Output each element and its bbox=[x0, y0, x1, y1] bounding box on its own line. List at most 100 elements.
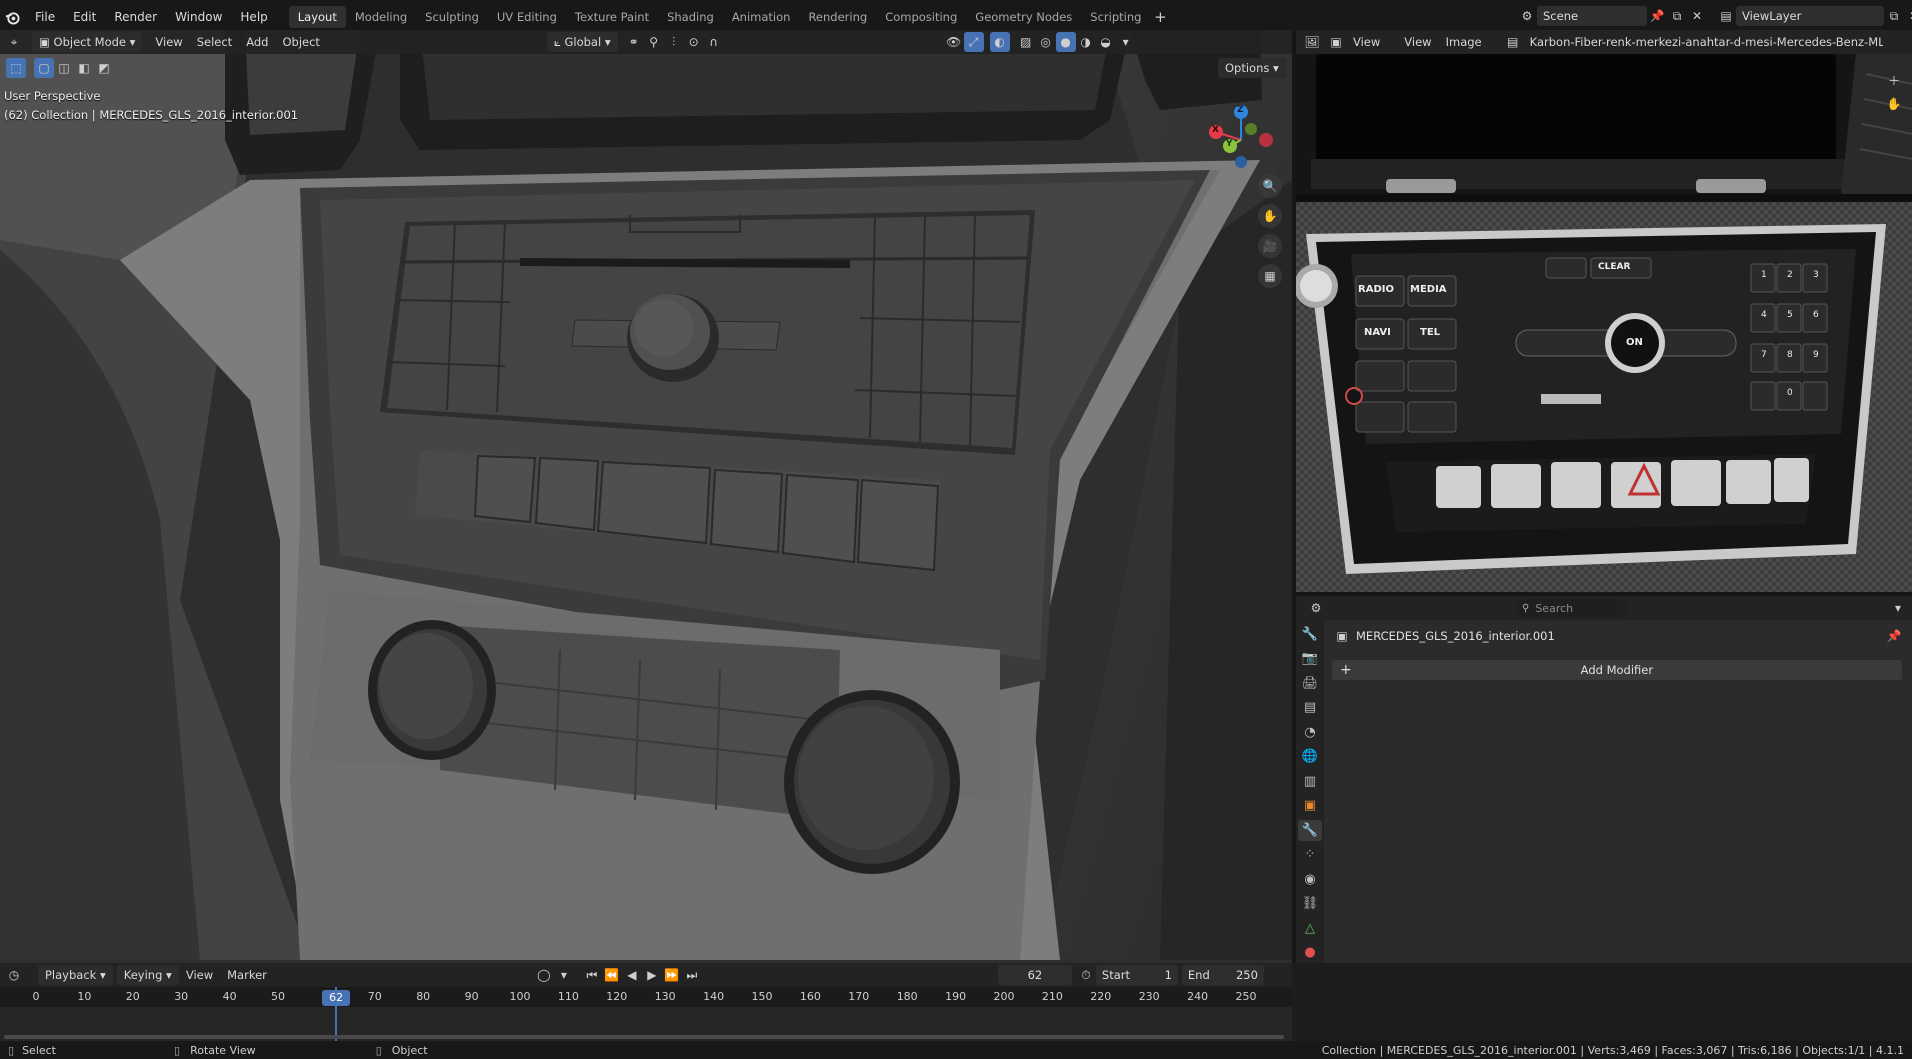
collection-tab-icon[interactable]: ▥ bbox=[1298, 771, 1322, 792]
editor-type-icon[interactable]: ⌖ bbox=[4, 32, 24, 52]
overlay-toggle-icon[interactable]: ◐ bbox=[989, 32, 1010, 52]
image-zoom-icon[interactable]: ＋ bbox=[1884, 70, 1904, 90]
menu-edit[interactable]: Edit bbox=[64, 6, 105, 28]
new-view-layer-icon[interactable]: ⧉ bbox=[1884, 6, 1904, 26]
shading-options-icon[interactable]: ▾ bbox=[1116, 32, 1136, 52]
play-reverse-icon[interactable]: ◀ bbox=[622, 965, 642, 985]
data-tab-icon[interactable]: △ bbox=[1298, 918, 1322, 939]
delete-scene-icon[interactable]: ✕ bbox=[1687, 6, 1707, 26]
tab-rendering[interactable]: Rendering bbox=[799, 6, 876, 28]
menu-render[interactable]: Render bbox=[105, 6, 166, 28]
keying-set-icon[interactable]: ▾ bbox=[554, 965, 574, 985]
timeline-scrollbar[interactable] bbox=[4, 1035, 1284, 1039]
viewport-menu-object[interactable]: Object bbox=[275, 32, 326, 52]
physics-tab-icon[interactable]: ◉ bbox=[1298, 869, 1322, 890]
select-extend-icon[interactable]: ◫ bbox=[54, 58, 74, 78]
jump-keyframe-back-icon[interactable]: ⏪ bbox=[602, 965, 622, 985]
scene-icon[interactable]: ⚙ bbox=[1517, 6, 1537, 26]
tab-geometry-nodes[interactable]: Geometry Nodes bbox=[966, 6, 1081, 28]
mode-view-icon[interactable]: ▣ bbox=[1326, 32, 1346, 52]
viewport-menu-add[interactable]: Add bbox=[239, 32, 275, 52]
menu-file[interactable]: File bbox=[26, 6, 64, 28]
viewport-menu-select[interactable]: Select bbox=[190, 32, 239, 52]
viewport-3d[interactable]: ⌖ ▣ Object Mode ▾ View Select Add Object… bbox=[0, 30, 1292, 963]
shading-wireframe-icon[interactable]: ◎ bbox=[1036, 32, 1056, 52]
view-layer-field[interactable]: ViewLayer bbox=[1736, 6, 1884, 26]
menu-help[interactable]: Help bbox=[231, 6, 276, 28]
add-workspace-icon[interactable]: + bbox=[1150, 7, 1170, 27]
auto-keying-icon[interactable]: ◯ bbox=[534, 965, 554, 985]
jump-end-icon[interactable]: ⏭ bbox=[682, 965, 702, 985]
view-layer-tab-icon[interactable]: ▤ bbox=[1298, 698, 1322, 719]
constraints-tab-icon[interactable]: ⛓ bbox=[1298, 894, 1322, 915]
add-modifier-button[interactable]: + Add Modifier bbox=[1332, 660, 1902, 680]
select-invert-icon[interactable]: ◩ bbox=[94, 58, 114, 78]
properties-options-icon[interactable]: ▾ bbox=[1888, 598, 1908, 618]
camera-view-icon[interactable]: 🎥 bbox=[1258, 234, 1282, 258]
pivot-icon[interactable]: ⚭ bbox=[624, 32, 644, 52]
snap-icon[interactable]: ⚲ bbox=[644, 32, 664, 52]
proportional-edit-icon[interactable]: ⊙ bbox=[684, 32, 704, 52]
frame-ruler[interactable]: 0102030405060708090100110120130140150160… bbox=[0, 987, 1292, 1007]
timeline-menu-marker[interactable]: Marker bbox=[220, 965, 274, 985]
jump-start-icon[interactable]: ⏮ bbox=[582, 965, 602, 985]
tab-layout[interactable]: Layout bbox=[288, 6, 346, 28]
image-menu-view[interactable]: View bbox=[1397, 32, 1438, 52]
tab-sculpting[interactable]: Sculpting bbox=[416, 6, 488, 28]
tab-compositing[interactable]: Compositing bbox=[876, 6, 966, 28]
tab-uv-editing[interactable]: UV Editing bbox=[488, 6, 566, 28]
current-frame-field[interactable]: 62 bbox=[997, 965, 1072, 985]
zoom-icon[interactable]: 🔍 bbox=[1258, 174, 1282, 198]
play-icon[interactable]: ▶ bbox=[642, 965, 662, 985]
tab-modeling[interactable]: Modeling bbox=[346, 6, 416, 28]
shading-solid-icon[interactable]: ● bbox=[1055, 32, 1076, 52]
jump-keyframe-forward-icon[interactable]: ⏩ bbox=[662, 965, 682, 985]
options-button[interactable]: Options ▾ bbox=[1218, 58, 1286, 78]
delete-view-layer-icon[interactable]: ✕ bbox=[1904, 6, 1912, 26]
ortho-grid-icon[interactable]: ▦ bbox=[1258, 264, 1282, 288]
scene-name-field[interactable]: Scene bbox=[1537, 6, 1647, 26]
select-new-icon[interactable]: ▢ bbox=[34, 58, 54, 78]
snap-target-icon[interactable]: ⫶ bbox=[664, 32, 684, 52]
image-pan-icon[interactable]: ✋ bbox=[1884, 94, 1904, 114]
transform-orientation-dropdown[interactable]: ⟀ Global ▾ bbox=[546, 32, 618, 52]
select-subtract-icon[interactable]: ◧ bbox=[74, 58, 94, 78]
pin-properties-icon[interactable]: 📌 bbox=[1884, 626, 1904, 646]
image-menu-view-mode[interactable]: View bbox=[1346, 32, 1387, 52]
image-browse-icon[interactable]: ▤ bbox=[1503, 32, 1523, 52]
modifier-tab-icon[interactable]: 🔧 bbox=[1298, 820, 1322, 841]
tab-scripting[interactable]: Scripting bbox=[1081, 6, 1150, 28]
select-box-tool-icon[interactable]: ⬚ bbox=[6, 58, 26, 78]
playhead[interactable]: 62 bbox=[322, 990, 351, 1006]
viewport-menu-view[interactable]: View bbox=[148, 32, 189, 52]
blender-logo-icon[interactable] bbox=[2, 7, 22, 27]
falloff-icon[interactable]: ∩ bbox=[704, 32, 724, 52]
tab-shading[interactable]: Shading bbox=[658, 6, 723, 28]
image-editor-type-icon[interactable]: 🖼 bbox=[1302, 32, 1322, 52]
material-tab-icon[interactable]: ● bbox=[1298, 943, 1322, 964]
new-scene-icon[interactable]: ⧉ bbox=[1667, 6, 1687, 26]
scene-tab-icon[interactable]: ◔ bbox=[1298, 722, 1322, 743]
properties-search[interactable]: ⚲ Search bbox=[1516, 599, 1628, 617]
output-tab-icon[interactable]: 🖨 bbox=[1298, 673, 1322, 694]
properties-editor-type-icon[interactable]: ⚙ bbox=[1306, 598, 1326, 618]
menu-window[interactable]: Window bbox=[166, 6, 231, 28]
tab-texture-paint[interactable]: Texture Paint bbox=[566, 6, 658, 28]
shading-rendered-icon[interactable]: ◒ bbox=[1096, 32, 1116, 52]
timeline-editor-type-icon[interactable]: ◷ bbox=[4, 965, 24, 985]
mode-dropdown[interactable]: ▣ Object Mode ▾ bbox=[32, 32, 143, 52]
image-menu-image[interactable]: Image bbox=[1439, 32, 1489, 52]
tool-tab-icon[interactable]: 🔧 bbox=[1298, 624, 1322, 645]
tab-animation[interactable]: Animation bbox=[723, 6, 800, 28]
particles-tab-icon[interactable]: ⁘ bbox=[1298, 845, 1322, 866]
end-frame-field[interactable]: End 250 bbox=[1181, 965, 1264, 985]
xray-icon[interactable]: ▨ bbox=[1016, 32, 1036, 52]
visibility-icon[interactable]: 👁 bbox=[944, 32, 964, 52]
image-name-field[interactable]: Karbon-Fiber-renk-merkezi-anahtar-d-mesi… bbox=[1523, 32, 1883, 52]
render-tab-icon[interactable]: 📷 bbox=[1298, 649, 1322, 670]
pin-icon[interactable]: 📌 bbox=[1647, 6, 1667, 26]
pan-hand-icon[interactable]: ✋ bbox=[1258, 204, 1282, 228]
navigation-gizmo[interactable]: Z X Y bbox=[1202, 94, 1282, 174]
image-editor[interactable]: 🖼 ▣ View View Image ▤ Karbon-Fiber-renk-… bbox=[1296, 30, 1912, 592]
playback-menu[interactable]: Playback ▾ bbox=[38, 965, 113, 985]
